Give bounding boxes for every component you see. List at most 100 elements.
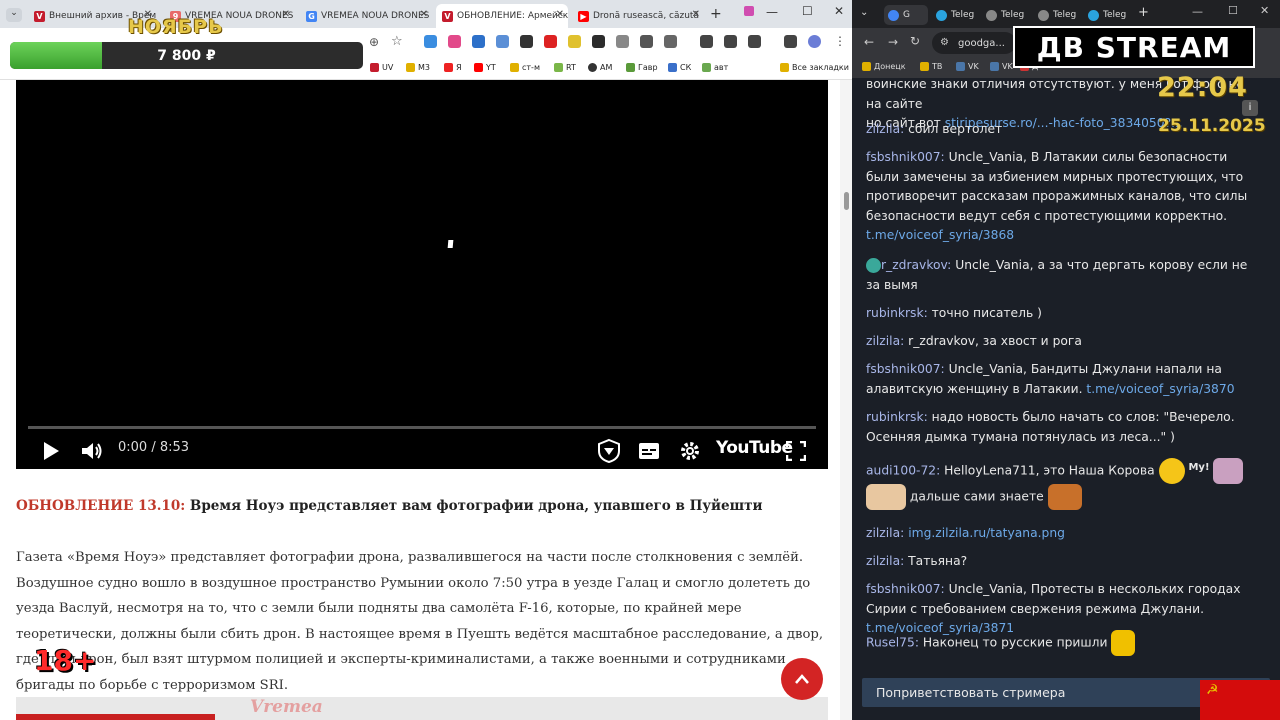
zoom-icon[interactable]: ⊕ <box>369 35 379 49</box>
right-tab-telegram-3[interactable]: Teleg <box>1038 5 1076 25</box>
address-bar[interactable]: ⚙ goodga... <box>932 32 1016 54</box>
all-bookmarks[interactable]: Все закладки <box>780 63 849 72</box>
chat-scrollbar[interactable] <box>1270 78 1280 720</box>
extension-icon-7[interactable] <box>568 35 581 48</box>
message-link[interactable]: t.me/voiceof_syria/3870 <box>1086 382 1234 396</box>
folder-icon <box>510 63 519 72</box>
maximize-icon[interactable]: ☐ <box>1228 4 1238 17</box>
new-tab-button[interactable]: + <box>1138 5 1149 20</box>
extension-icon-12[interactable] <box>748 35 761 48</box>
minimize-icon[interactable]: — <box>766 5 778 19</box>
volume-icon[interactable] <box>80 441 104 461</box>
bookmark-uv[interactable]: UV <box>370 63 393 72</box>
forward-icon[interactable]: → <box>888 35 898 49</box>
shield-icon[interactable] <box>596 438 622 464</box>
peter-emote-icon <box>866 484 906 510</box>
close-window-icon[interactable]: ✕ <box>834 4 844 18</box>
back-icon[interactable]: ← <box>864 35 874 49</box>
extension-icon-8[interactable] <box>592 35 605 48</box>
chat-message: fsbshnik007: Uncle_Vania, В Латакии силы… <box>866 148 1251 246</box>
tab-close-icon[interactable]: ✕ <box>420 9 428 20</box>
extension-icon-4[interactable] <box>496 35 509 48</box>
bookmark-sk[interactable]: СК <box>668 63 691 72</box>
tab-3[interactable]: G VREMEA NOUA DRONES ✕ <box>300 4 432 28</box>
update-heading: ОБНОВЛЕНИЕ 13.10: Время Ноуэ представляе… <box>16 498 762 514</box>
message-text: HelloyLena711, это Наша Корова <box>940 463 1155 478</box>
extension-icon-2[interactable] <box>448 35 461 48</box>
extensions-puzzle-icon[interactable] <box>664 35 677 48</box>
extension-icon-1[interactable] <box>424 35 437 48</box>
right-tab-telegram-2[interactable]: Teleg <box>986 5 1024 25</box>
bookmark-star-icon[interactable]: ☆ <box>391 34 403 49</box>
message-nick[interactable]: zilzila: <box>866 122 904 136</box>
message-nick[interactable]: audi100-72: <box>866 464 940 478</box>
tab-close-icon[interactable]: ✕ <box>692 9 700 20</box>
bookmark-gavr[interactable]: Гавр <box>626 63 658 72</box>
message-nick[interactable]: zilzila: <box>866 526 904 540</box>
minimize-icon[interactable]: — <box>1192 5 1203 18</box>
vk-icon <box>990 62 999 71</box>
tab-close-icon[interactable]: ✕ <box>556 9 564 20</box>
close-window-icon[interactable]: ✕ <box>1260 4 1269 17</box>
message-nick[interactable]: rubinkrsk: <box>866 306 928 320</box>
bookmark-vk-1[interactable]: VK <box>956 62 979 71</box>
bookmark-rt[interactable]: RT <box>554 63 576 72</box>
message-nick[interactable]: zilzila: <box>866 554 904 568</box>
subtitles-icon[interactable] <box>638 442 660 460</box>
video-progress-bar[interactable] <box>28 426 816 429</box>
scroll-to-top-button[interactable] <box>781 658 823 700</box>
message-nick[interactable]: r_zdravkov: <box>881 258 951 272</box>
right-tab-telegram-4[interactable]: Teleg <box>1088 5 1126 25</box>
new-tab-button[interactable]: + <box>710 6 722 22</box>
extension-icon-11[interactable] <box>700 35 713 48</box>
bookmark-tv[interactable]: ТВ <box>920 62 942 71</box>
tab-5[interactable]: ▶ Dronă rusească, căzută ✕ <box>572 4 704 28</box>
video-player[interactable]: 0:00 / 8:53 YouTube <box>16 80 828 469</box>
reload-icon[interactable]: ↻ <box>910 34 920 48</box>
message-nick[interactable]: fsbshnik007: <box>866 582 945 596</box>
message-nick[interactable]: zilzila: <box>866 334 904 348</box>
extension-icon-3[interactable] <box>472 35 485 48</box>
extension-icon-9[interactable] <box>616 35 629 48</box>
play-icon[interactable] <box>42 441 60 461</box>
right-tab-active[interactable]: G <box>884 5 928 25</box>
extension-icon-5[interactable] <box>520 35 533 48</box>
bookmark-st-m[interactable]: ст-м <box>510 63 540 72</box>
extension-icon-10[interactable] <box>640 35 653 48</box>
message-nick[interactable]: Rusel75: <box>866 636 919 650</box>
bookmark-vk-2[interactable]: VK <box>990 62 1013 71</box>
cast-icon[interactable] <box>784 35 797 48</box>
left-scrollbar[interactable] <box>840 80 852 720</box>
bookmark-donetsk[interactable]: Донецк <box>862 62 906 71</box>
extension-icon-6[interactable] <box>544 35 557 48</box>
fullscreen-icon[interactable] <box>786 441 806 461</box>
update-title: Время Ноуэ представляет вам фотографии д… <box>189 498 763 514</box>
message-nick[interactable]: rubinkrsk: <box>866 410 928 424</box>
profile-icon[interactable] <box>744 6 754 16</box>
bookmark-ya[interactable]: Я <box>444 63 462 72</box>
settings-gear-icon[interactable] <box>679 440 701 462</box>
soviet-flag-icon: ☭ <box>1200 680 1280 720</box>
tab-search-button[interactable]: ⌄ <box>6 8 22 22</box>
message-link[interactable]: img.zilzila.ru/tatyana.png <box>908 526 1065 540</box>
bookmark-m3[interactable]: М3 <box>406 63 430 72</box>
link-icon[interactable] <box>724 35 737 48</box>
right-tab-strip: ⌄ G Teleg Teleg Teleg Teleg + — ☐ ✕ <box>852 0 1280 28</box>
tab-4-active[interactable]: V ОБНОВЛЕНИЕ: Армейск ✕ <box>436 4 568 28</box>
message-nick[interactable]: fsbshnik007: <box>866 150 945 164</box>
menu-kebab-icon[interactable]: ⋮ <box>834 34 846 48</box>
bird-emote-icon <box>866 258 881 273</box>
bookmark-yt[interactable]: YT <box>474 63 496 72</box>
bookmark-am[interactable]: AM <box>588 63 612 72</box>
maximize-icon[interactable]: ☐ <box>802 4 813 18</box>
profile-avatar-icon[interactable] <box>808 35 821 48</box>
youtube-logo[interactable]: YouTube <box>716 438 793 458</box>
message-link[interactable]: t.me/voiceof_syria/3868 <box>866 228 1014 242</box>
tab-close-icon[interactable]: ✕ <box>282 9 290 20</box>
tab-search-button[interactable]: ⌄ <box>860 7 868 18</box>
message-nick[interactable]: fsbshnik007: <box>866 362 945 376</box>
message-text: Татьяна? <box>904 554 968 568</box>
right-tab-telegram-1[interactable]: Teleg <box>936 5 974 25</box>
bookmark-avt[interactable]: авт <box>702 63 728 72</box>
scrollbar-thumb[interactable] <box>844 192 849 210</box>
